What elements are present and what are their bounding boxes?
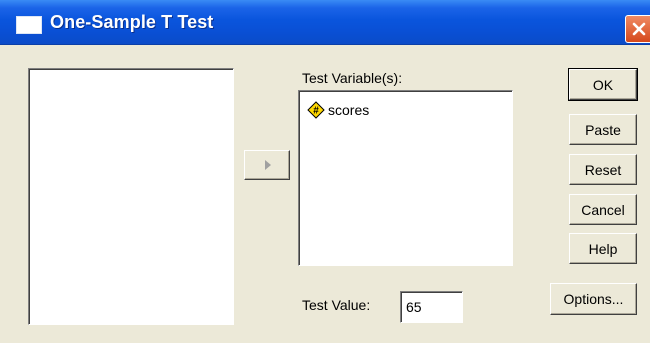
options-button[interactable]: Options...: [550, 283, 637, 315]
title-bar[interactable]: One-Sample T Test: [0, 0, 650, 45]
test-variables-label: Test Variable(s):: [302, 70, 403, 86]
scale-variable-icon: #: [307, 101, 325, 119]
source-variable-list[interactable]: [28, 68, 234, 325]
arrow-right-icon: [265, 160, 271, 170]
window-icon: [16, 16, 42, 34]
test-value-input[interactable]: [400, 291, 463, 323]
move-variable-button[interactable]: [244, 150, 290, 180]
test-variables-list[interactable]: # scores: [298, 90, 513, 266]
svg-text:#: #: [313, 106, 319, 117]
ok-button[interactable]: OK: [568, 68, 638, 101]
paste-button[interactable]: Paste: [569, 114, 637, 145]
close-icon: [632, 22, 646, 36]
one-sample-t-test-dialog: One-Sample T Test Test Variable(s): # sc…: [0, 0, 650, 343]
test-value-label: Test Value:: [302, 297, 371, 313]
close-button[interactable]: [625, 15, 650, 43]
list-item[interactable]: # scores: [307, 101, 369, 119]
cancel-button[interactable]: Cancel: [569, 194, 637, 225]
help-button[interactable]: Help: [569, 233, 637, 264]
variable-name: scores: [328, 102, 370, 118]
reset-button[interactable]: Reset: [569, 154, 637, 185]
window-title: One-Sample T Test: [50, 12, 214, 32]
